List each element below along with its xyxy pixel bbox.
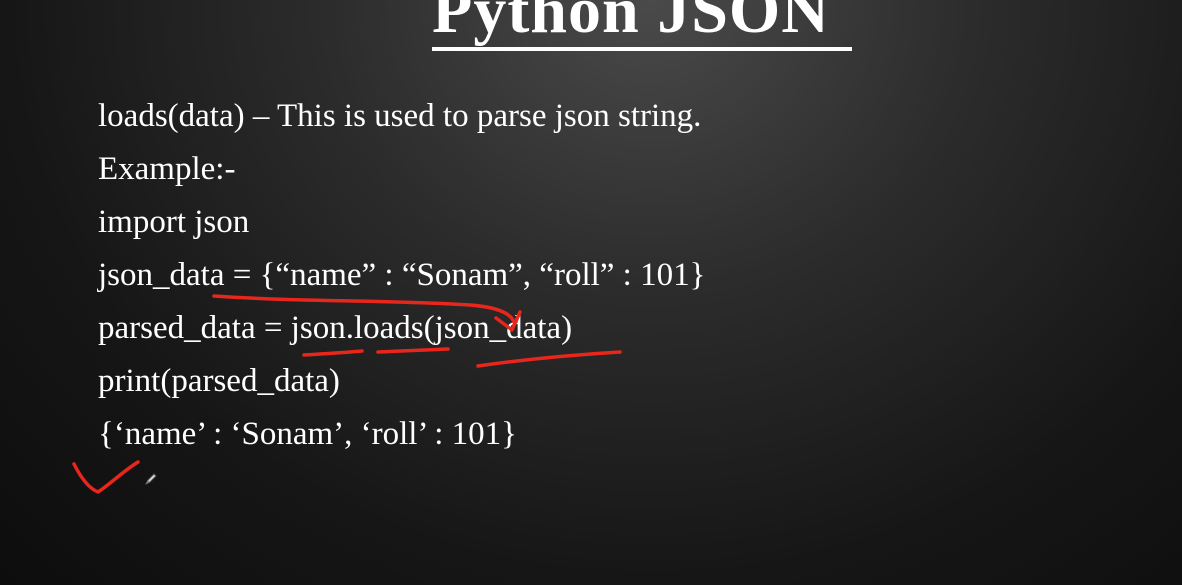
code-line-parsed-data: parsed_data = json.loads(json_data) (98, 310, 573, 346)
slide-line-description: loads(data) – This is used to parse json… (98, 98, 702, 134)
slide-line-example-label: Example:- (98, 151, 236, 187)
slide-title: Python JSON (432, 0, 830, 47)
ink-underline-loads (376, 347, 450, 354)
ink-underline-argument (476, 350, 622, 368)
ink-underline-json (302, 349, 364, 357)
title-underline (432, 47, 852, 51)
code-line-json-data: json_data = {“name” : “Sonam”, “roll” : … (98, 257, 706, 293)
pen-cursor-icon (144, 473, 157, 486)
slide: Python JSON loads(data) – This is used t… (0, 0, 1182, 585)
code-line-output: {‘name’ : ‘Sonam’, ‘roll’ : 101} (98, 416, 518, 452)
code-line-print: print(parsed_data) (98, 363, 340, 399)
code-line-import: import json (98, 204, 250, 240)
ink-checkmark (72, 460, 140, 494)
